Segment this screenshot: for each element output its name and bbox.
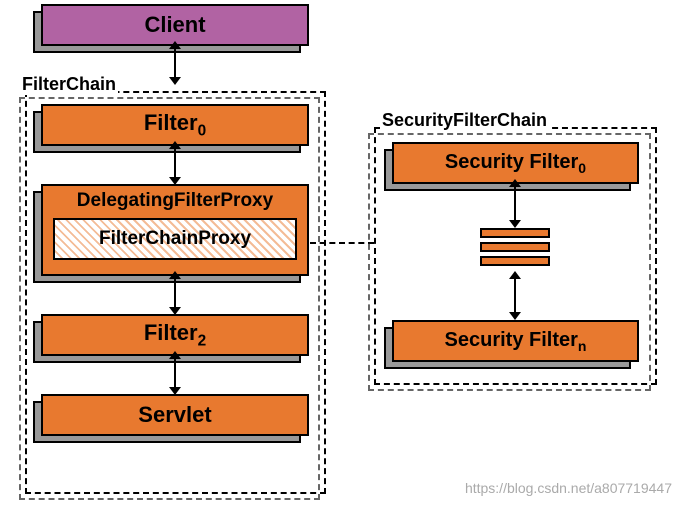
filter0-label: Filter0 [144,110,206,140]
security-filtern-box: Security Filtern [392,320,639,362]
client-label: Client [144,12,205,38]
fcp-label: FilterChainProxy [99,228,251,250]
servlet-label: Servlet [138,402,211,428]
filter2-box: Filter2 [41,314,309,356]
arrow-sec0-bars [514,186,516,221]
security-filter0-box: Security Filter0 [392,142,639,184]
arrow-filter2-servlet [174,358,176,388]
filter0-box: Filter0 [41,104,309,146]
filter-stack-icon [480,228,550,266]
filter-chain-proxy-box: FilterChainProxy [53,218,297,260]
servlet-box: Servlet [41,394,309,436]
connector-line [310,242,374,244]
filter2-label: Filter2 [144,320,206,350]
filterchain-label: FilterChain [20,74,118,95]
arrow-filter0-delegating [174,148,176,178]
security-filter0-label: Security Filter0 [445,151,586,176]
client-box: Client [41,4,309,46]
delegating-filter-proxy-box: DelegatingFilterProxy FilterChainProxy [41,184,309,276]
security-filtern-label: Security Filtern [445,329,587,354]
arrow-delegating-filter2 [174,278,176,308]
arrow-bars-secn [514,278,516,313]
arrow-client-filter0 [174,48,176,78]
watermark: https://blog.csdn.net/a807719447 [465,480,672,496]
security-filterchain-label: SecurityFilterChain [380,110,549,131]
delegating-label: DelegatingFilterProxy [77,190,273,212]
